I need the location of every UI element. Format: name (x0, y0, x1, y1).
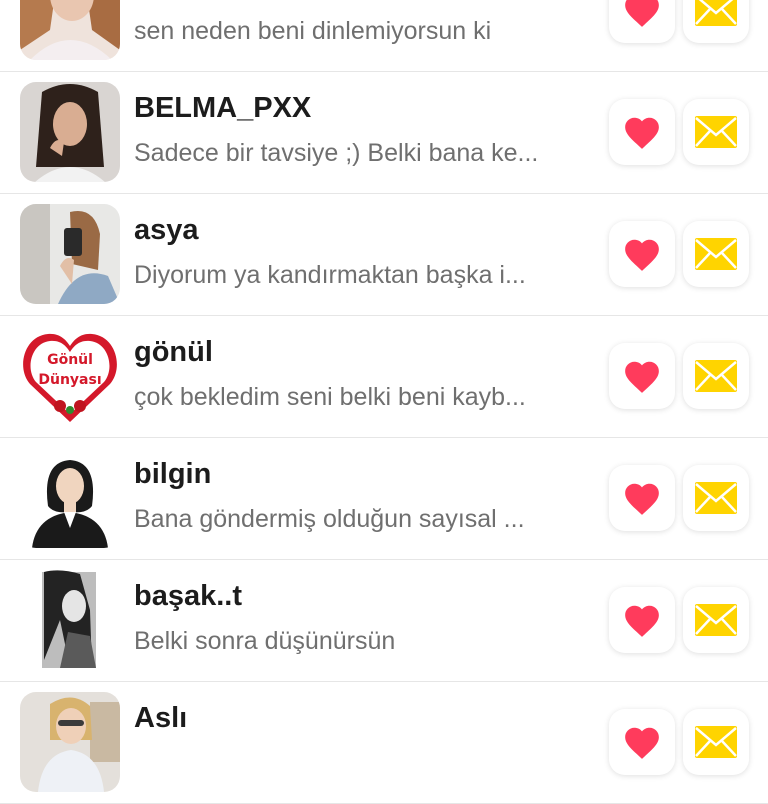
avatar[interactable]: Gönül Dünyası (20, 326, 120, 426)
like-button[interactable] (609, 221, 675, 287)
message-button[interactable] (683, 99, 749, 165)
like-button[interactable] (609, 99, 675, 165)
list-item[interactable]: asya Diyorum ya kandırmaktan başka i... (0, 194, 768, 316)
heart-icon (625, 727, 659, 759)
avatar[interactable] (20, 204, 120, 304)
user-name: gönül (134, 336, 213, 368)
avatar-label-line2: Dünyası (38, 372, 101, 388)
envelope-icon (695, 116, 737, 148)
avatar-photo: Gönül Dünyası (20, 326, 120, 426)
envelope-icon (695, 360, 737, 392)
like-button[interactable] (609, 343, 675, 409)
envelope-icon (695, 726, 737, 758)
avatar[interactable] (20, 448, 120, 548)
avatar-photo (20, 692, 120, 792)
last-message: çok bekledim seni belki beni kayb... (134, 383, 526, 411)
message-button[interactable] (683, 587, 749, 653)
message-button[interactable] (683, 221, 749, 287)
heart-icon (625, 361, 659, 393)
last-message: Belki sonra düşünürsün (134, 627, 396, 655)
envelope-icon (695, 238, 737, 270)
user-name: zennur (134, 0, 229, 3)
heart-icon (625, 0, 659, 27)
last-message: Bana göndermiş olduğun sayısal ... (134, 505, 525, 533)
last-message: sen neden beni dinlemiyorsun ki (134, 17, 492, 45)
avatar-photo (20, 448, 120, 548)
user-name: asya (134, 214, 199, 246)
last-message: Diyorum ya kandırmaktan başka i... (134, 261, 526, 289)
user-list: zennur sen neden beni dinlemiyorsun ki (0, 0, 768, 804)
user-name: BELMA_PXX (134, 92, 312, 124)
list-item[interactable]: zennur sen neden beni dinlemiyorsun ki (0, 0, 768, 72)
avatar[interactable] (20, 570, 120, 670)
avatar[interactable] (20, 0, 120, 60)
last-message: Sadece bir tavsiye ;) Belki bana ke... (134, 139, 539, 167)
envelope-icon (695, 482, 737, 514)
like-button[interactable] (609, 587, 675, 653)
list-item[interactable]: başak..t Belki sonra düşünürsün (0, 560, 768, 682)
avatar-photo (20, 204, 120, 304)
avatar-photo (20, 570, 120, 670)
user-name: başak..t (134, 580, 242, 612)
list-item[interactable]: BELMA_PXX Sadece bir tavsiye ;) Belki ba… (0, 72, 768, 194)
list-item[interactable]: Aslı (0, 682, 768, 804)
like-button[interactable] (609, 709, 675, 775)
user-name: Aslı (134, 702, 188, 734)
list-item[interactable]: bilgin Bana göndermiş olduğun sayısal ..… (0, 438, 768, 560)
list-item[interactable]: Gönül Dünyası gönül çok bekledim seni be… (0, 316, 768, 438)
like-button[interactable] (609, 465, 675, 531)
envelope-icon (695, 0, 737, 26)
heart-icon (625, 483, 659, 515)
avatar[interactable] (20, 692, 120, 792)
avatar[interactable] (20, 82, 120, 182)
message-button[interactable] (683, 0, 749, 43)
avatar-photo (20, 82, 120, 182)
heart-icon (625, 117, 659, 149)
avatar-photo (20, 0, 120, 60)
user-name: bilgin (134, 458, 212, 490)
heart-icon (625, 239, 659, 271)
message-button[interactable] (683, 709, 749, 775)
message-button[interactable] (683, 343, 749, 409)
avatar-label-line1: Gönül (47, 352, 93, 368)
message-button[interactable] (683, 465, 749, 531)
envelope-icon (695, 604, 737, 636)
heart-icon (625, 605, 659, 637)
like-button[interactable] (609, 0, 675, 43)
